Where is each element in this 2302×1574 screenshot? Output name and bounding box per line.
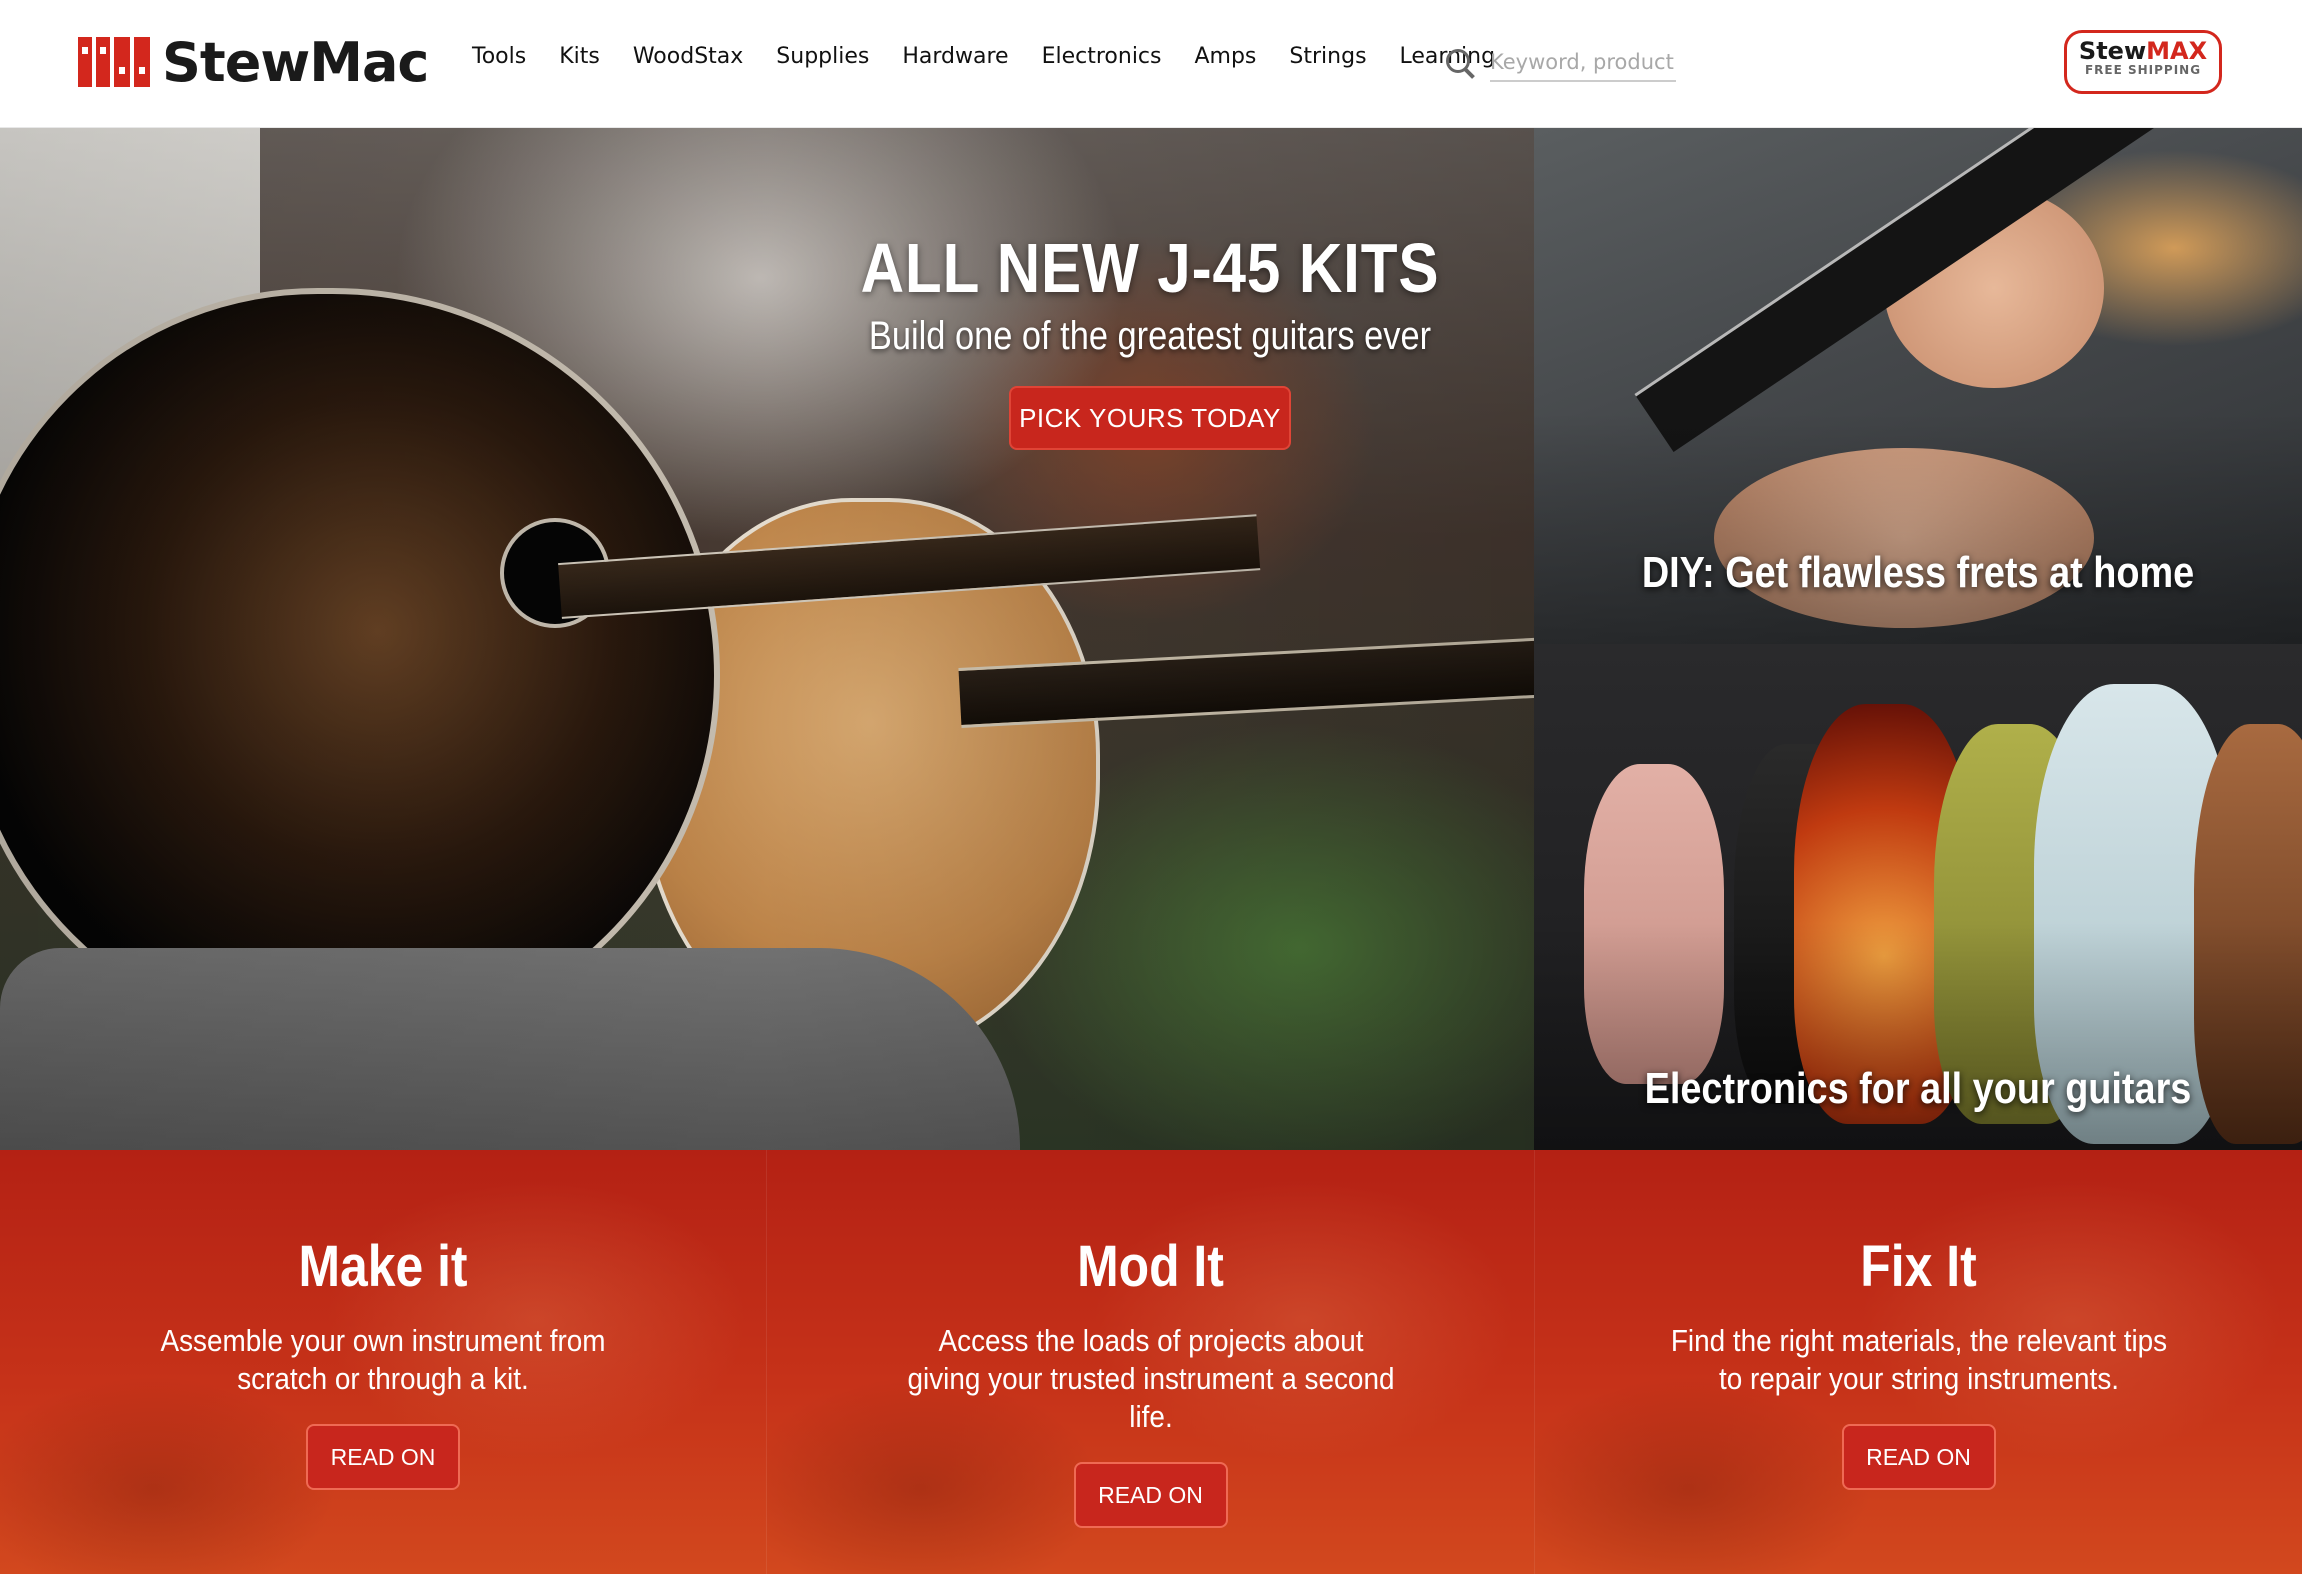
search-bar	[1444, 46, 1676, 82]
panel-description: Assemble your own instrument from scratc…	[160, 1323, 606, 1396]
panel-description: Find the right materials, the relevant t…	[1670, 1323, 2167, 1396]
tile-caption: DIY: Get flawless frets at home	[1641, 548, 2195, 597]
stewmax-badge[interactable]: StewMAX FREE SHIPPING	[2064, 30, 2222, 94]
stewmax-title: StewMAX	[2078, 37, 2208, 65]
tile-caption: Electronics for all your guitars	[1644, 1064, 2192, 1113]
nav-item-supplies[interactable]: Supplies	[776, 44, 869, 69]
promo-tile-frets[interactable]: DIY: Get flawless frets at home	[1534, 128, 2302, 644]
nav-item-tools[interactable]: Tools	[472, 44, 526, 69]
nav-item-hardware[interactable]: Hardware	[902, 44, 1008, 69]
panel-title: Make it	[298, 1234, 468, 1299]
panel-mod-it: Mod It Access the loads of projects abou…	[766, 1150, 1534, 1574]
hero-title: ALL NEW J-45 KITS	[860, 229, 1440, 307]
hero-banner[interactable]: ALL NEW J-45 KITS Build one of the great…	[0, 128, 1534, 1150]
stewmac-logo[interactable]: StewMac	[78, 30, 429, 94]
read-on-button[interactable]: READ ON	[306, 1424, 460, 1490]
main-nav: Tools Kits WoodStax Supplies Hardware El…	[472, 44, 1528, 69]
read-on-button[interactable]: READ ON	[1073, 1462, 1228, 1528]
panel-title: Fix It	[1860, 1234, 1977, 1299]
panel-make-it: Make it Assemble your own instrument fro…	[0, 1150, 766, 1574]
panel-title: Mod It	[1077, 1234, 1224, 1299]
panel-description: Access the loads of projects about givin…	[907, 1323, 1394, 1434]
hero-text: ALL NEW J-45 KITS Build one of the great…	[760, 228, 1534, 450]
nav-item-kits[interactable]: Kits	[559, 44, 600, 69]
hero-subtitle: Build one of the greatest guitars ever	[868, 314, 1432, 358]
search-input[interactable]	[1490, 46, 1676, 82]
logo-text: StewMac	[162, 30, 429, 94]
read-on-button[interactable]: READ ON	[1841, 1424, 1996, 1490]
site-header: StewMac Tools Kits WoodStax Supplies Har…	[0, 0, 2302, 128]
nav-item-woodstax[interactable]: WoodStax	[633, 44, 743, 69]
nav-item-amps[interactable]: Amps	[1194, 44, 1256, 69]
pick-yours-today-button[interactable]: PICK YOURS TODAY	[1009, 386, 1291, 450]
nav-item-electronics[interactable]: Electronics	[1042, 44, 1162, 69]
logo-mark-icon	[78, 37, 150, 87]
stewmax-subtitle: FREE SHIPPING	[2084, 63, 2202, 77]
nav-item-strings[interactable]: Strings	[1289, 44, 1366, 69]
promo-tile-electronics[interactable]: Electronics for all your guitars	[1534, 644, 2302, 1150]
panel-fix-it: Fix It Find the right materials, the rel…	[1534, 1150, 2302, 1574]
learning-panels: Make it Assemble your own instrument fro…	[0, 1150, 2302, 1574]
search-icon[interactable]	[1444, 47, 1478, 81]
